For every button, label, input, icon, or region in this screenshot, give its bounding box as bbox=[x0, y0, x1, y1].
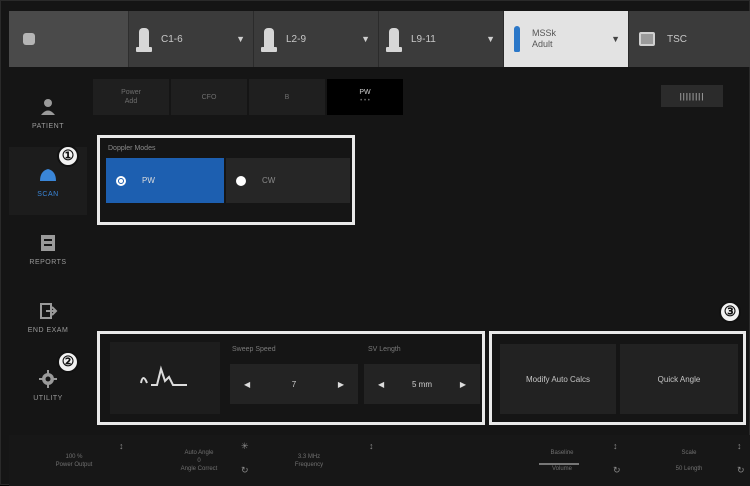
chevron-left-icon[interactable]: ◀ bbox=[244, 380, 250, 389]
sweep-speed-value: 7 bbox=[291, 379, 297, 389]
volume-slider[interactable] bbox=[539, 463, 579, 465]
sidebar-item-label: REPORTS bbox=[29, 258, 67, 266]
probe-label: L2-9 bbox=[286, 33, 307, 45]
waveform-icon bbox=[140, 365, 187, 386]
waveform-button[interactable] bbox=[110, 342, 220, 414]
home-button[interactable] bbox=[9, 11, 129, 67]
reset-icon: ↻ bbox=[613, 465, 621, 475]
sidebar-item-label: UTILITY bbox=[33, 394, 63, 402]
pw-label: PW bbox=[142, 176, 155, 185]
sweep-speed-label: Sweep Speed bbox=[232, 346, 276, 353]
dropdown-icon[interactable]: ▼ bbox=[361, 34, 370, 44]
probe-label: L9-11 bbox=[411, 33, 436, 45]
probe-bar: C1-6 ▼ L2-9 ▼ L9-11 ▼ MSSk Adult ▼ TSC bbox=[9, 11, 750, 67]
keyboard-icon: |||||||| bbox=[679, 91, 705, 101]
chevron-right-icon[interactable]: ▶ bbox=[338, 380, 344, 389]
radio-unselected-icon bbox=[236, 175, 246, 186]
sidebar-item-reports[interactable]: REPORTS bbox=[9, 215, 87, 283]
probe-icon bbox=[136, 28, 152, 52]
sv-length-stepper[interactable]: ◀ 5 mm ▶ bbox=[364, 364, 480, 404]
app-frame: C1-6 ▼ L2-9 ▼ L9-11 ▼ MSSk Adult ▼ TSC P… bbox=[0, 0, 750, 486]
quick-angle-button[interactable]: Quick Angle bbox=[620, 344, 738, 414]
sidebar: PATIENT SCAN REPORTS END EXAM UTILITY bbox=[9, 79, 87, 429]
sv-length-label: SV Length bbox=[368, 346, 401, 353]
callout-badge-1: ① bbox=[57, 145, 79, 167]
sidebar-item-end-exam[interactable]: END EXAM bbox=[9, 283, 87, 351]
tab-cfo[interactable]: CFO bbox=[171, 79, 247, 115]
knob-icon: ↕ bbox=[737, 441, 742, 451]
probe-tsc[interactable]: TSC bbox=[629, 11, 734, 67]
probe-label: TSC bbox=[667, 33, 687, 45]
dropdown-icon[interactable]: ▼ bbox=[611, 34, 620, 44]
scan-icon bbox=[40, 168, 56, 181]
tab-b[interactable]: B bbox=[249, 79, 325, 115]
probe-mssk-adult[interactable]: MSSk Adult ▼ bbox=[504, 11, 629, 67]
chevron-left-icon[interactable]: ◀ bbox=[378, 380, 384, 389]
probe-l2-9[interactable]: L2-9 ▼ bbox=[254, 11, 379, 67]
pw-controls-group: Sweep Speed ◀ 7 ▶ SV Length ◀ 5 mm ▶ bbox=[97, 331, 485, 425]
doppler-modes-group: Doppler Modes PW CW bbox=[97, 135, 355, 225]
bottom-status-bar: 100 % Power Output ↕ Auto Angle 0 Angle … bbox=[9, 435, 750, 486]
knob-icon: ↕ bbox=[119, 441, 124, 451]
sv-length-value: 5 mm bbox=[412, 379, 432, 389]
probe-c1-6[interactable]: C1-6 ▼ bbox=[129, 11, 254, 67]
reset-icon: ↻ bbox=[737, 465, 745, 475]
chevron-right-icon[interactable]: ▶ bbox=[460, 380, 466, 389]
knob-icon: ↕ bbox=[369, 441, 374, 451]
frequency-control[interactable]: 3.3 MHz Frequency bbox=[269, 435, 349, 486]
sidebar-item-label: PATIENT bbox=[31, 122, 65, 130]
reports-icon bbox=[41, 234, 55, 251]
patient-icon bbox=[41, 98, 55, 115]
knob-icon: ✳ bbox=[241, 441, 249, 451]
calc-controls-group: Modify Auto Calcs Quick Angle bbox=[489, 331, 746, 425]
cw-mode-button[interactable]: CW bbox=[226, 158, 350, 203]
dropdown-icon[interactable]: ▼ bbox=[486, 34, 495, 44]
probe-label: MSSk Adult bbox=[532, 28, 557, 49]
reset-icon: ↻ bbox=[241, 465, 249, 475]
doppler-modes-title: Doppler Modes bbox=[108, 145, 156, 152]
home-icon bbox=[23, 33, 35, 45]
probe-icon bbox=[514, 26, 520, 52]
tab-power-add[interactable]: Power Add bbox=[93, 79, 169, 115]
cw-label: CW bbox=[262, 176, 276, 185]
sweep-speed-stepper[interactable]: ◀ 7 ▶ bbox=[230, 364, 358, 404]
sidebar-item-label: END EXAM bbox=[27, 326, 69, 334]
tab-sub: • • • bbox=[360, 98, 370, 104]
gear-icon bbox=[39, 369, 57, 388]
dropdown-icon[interactable]: ▼ bbox=[236, 34, 245, 44]
exit-icon bbox=[40, 302, 58, 319]
mode-tabs: Power Add CFO B PW • • • |||||||| bbox=[93, 79, 743, 115]
modify-auto-calcs-button[interactable]: Modify Auto Calcs bbox=[500, 344, 616, 414]
pw-mode-button[interactable]: PW bbox=[106, 158, 224, 203]
probe-icon bbox=[386, 28, 402, 52]
scale-control[interactable]: Scale 50 Length bbox=[649, 435, 729, 486]
probe-icon bbox=[261, 28, 277, 52]
tab-pw[interactable]: PW • • • bbox=[327, 79, 403, 115]
probe-l9-11[interactable]: L9-11 ▼ bbox=[379, 11, 504, 67]
keyboard-button[interactable]: |||||||| bbox=[661, 85, 723, 107]
angle-correct-control[interactable]: Auto Angle 0 Angle Correct bbox=[159, 435, 239, 486]
sidebar-item-label: SCAN bbox=[37, 190, 59, 198]
callout-badge-2: ② bbox=[57, 351, 79, 373]
callout-badge-3: ③ bbox=[719, 301, 741, 323]
tab-label: PW bbox=[359, 89, 371, 96]
knob-icon: ↕ bbox=[613, 441, 618, 451]
sidebar-item-patient[interactable]: PATIENT bbox=[9, 79, 87, 147]
radio-selected-icon bbox=[116, 175, 126, 186]
baseline-volume-control[interactable]: Baseline Volume bbox=[527, 435, 597, 486]
probe-label: C1-6 bbox=[161, 33, 183, 45]
power-output-control[interactable]: 100 % Power Output bbox=[39, 435, 109, 486]
tsc-icon bbox=[639, 32, 655, 46]
